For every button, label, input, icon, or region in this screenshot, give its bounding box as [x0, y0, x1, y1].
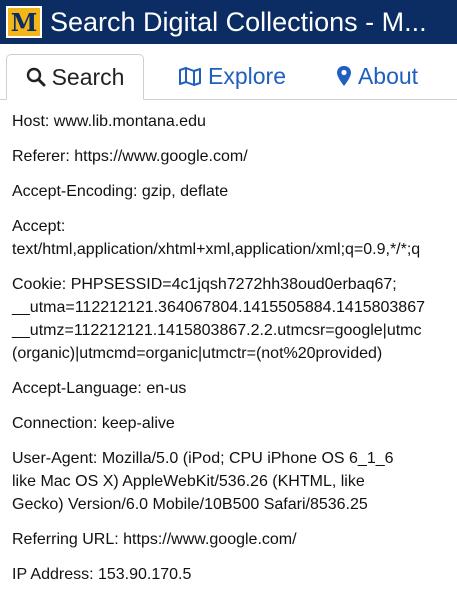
- tab-about-label: About: [357, 62, 419, 89]
- header-cookie-line-2: __utma=112212121.364067804.1415505884.14…: [12, 299, 425, 316]
- header-accept-language: Accept-Language: en-us: [12, 380, 187, 397]
- header-cookie-line-1: Cookie: PHPSESSID=4c1jqsh7272hh38oud0erb…: [12, 276, 397, 293]
- header-ip-address: IP Address: 153.90.170.5: [12, 566, 192, 583]
- header-referer: Referer: https://www.google.com/: [12, 148, 248, 165]
- header-connection: Connection: keep-alive: [12, 415, 175, 432]
- header-cookie-line-3: __utmz=112212121.1415803867.2.2.utmcsr=g…: [12, 322, 422, 339]
- header-host: Host: www.lib.montana.edu: [12, 113, 206, 130]
- header-accept: Accept: text/html,application/xhtml+xml,…: [12, 215, 457, 261]
- request-headers: Host: www.lib.montana.edu Referer: https…: [0, 100, 457, 598]
- header-user-agent: User-Agent: Mozilla/5.0 (iPod; CPU iPhon…: [12, 450, 394, 513]
- tab-search[interactable]: Search: [6, 54, 144, 100]
- header-accept-label: Accept:: [12, 218, 66, 235]
- search-icon: [26, 67, 46, 87]
- tab-search-label: Search: [51, 63, 125, 90]
- map-pin-icon: [336, 66, 351, 86]
- tab-about[interactable]: About: [322, 53, 432, 99]
- montana-state-logo[interactable]: M: [6, 6, 42, 38]
- map-icon: [179, 67, 201, 86]
- tab-explore-label: Explore: [208, 62, 286, 89]
- tab-bar: Search Explore About: [0, 44, 457, 100]
- header-cookie-line-4: (organic)|utmcmd=organic|utmctr=(not%20p…: [12, 345, 383, 362]
- page-title: Search Digital Collections - M...: [50, 6, 427, 37]
- tab-explore[interactable]: Explore: [162, 53, 302, 99]
- title-bar: M Search Digital Collections - M...: [0, 0, 457, 44]
- header-cookie: Cookie: PHPSESSID=4c1jqsh7272hh38oud0erb…: [12, 273, 457, 365]
- header-referring-url: Referring URL: https://www.google.com/: [12, 531, 297, 548]
- header-accept-encoding: Accept-Encoding: gzip, deflate: [12, 183, 229, 200]
- header-accept-value: text/html,application/xhtml+xml,applicat…: [12, 241, 421, 258]
